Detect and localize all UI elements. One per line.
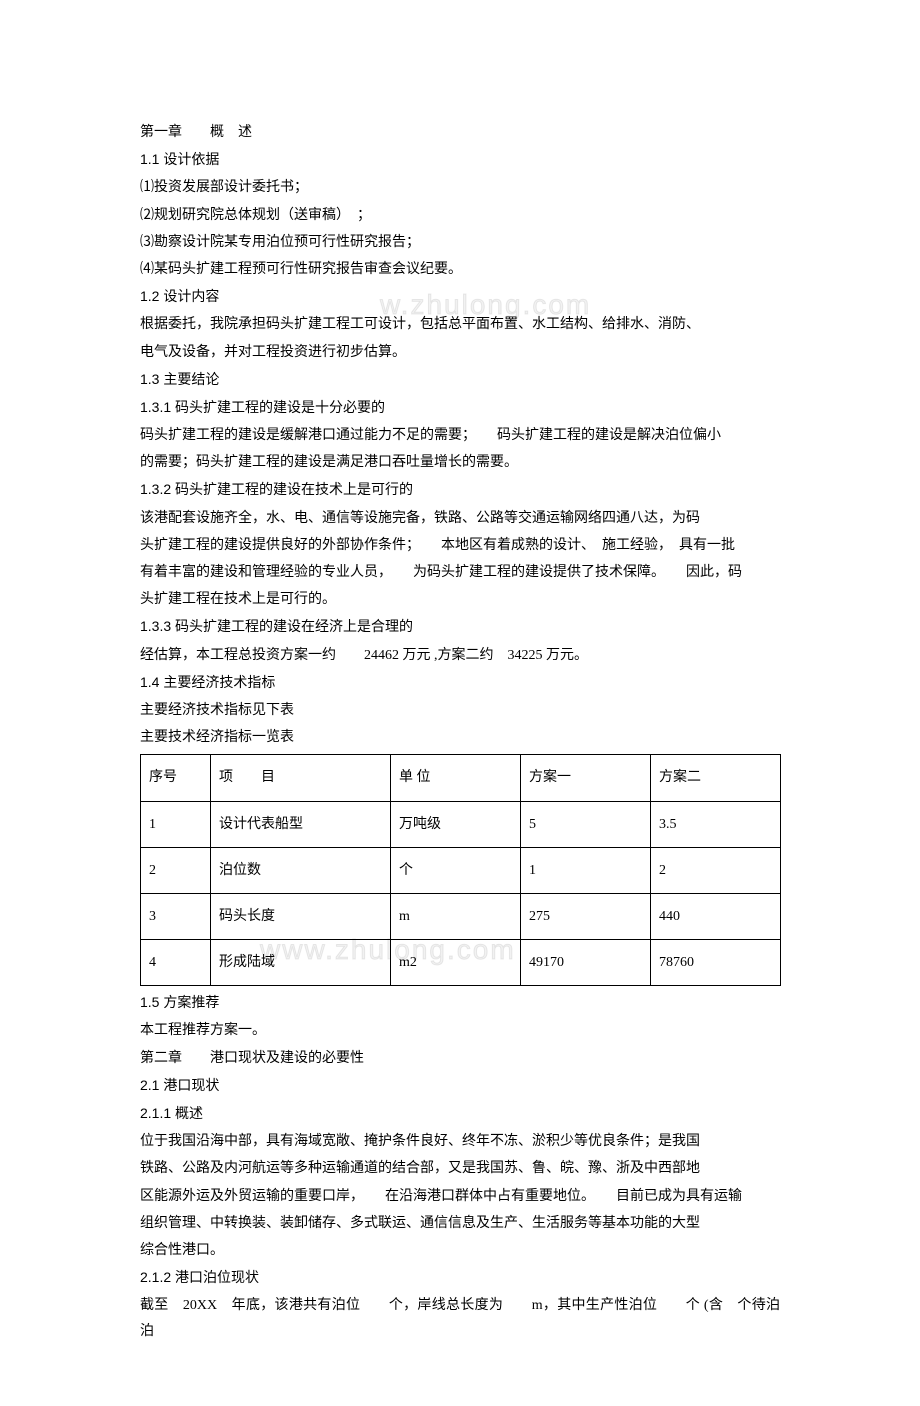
heading-1-1: 1.1 设计依据: [140, 147, 780, 173]
line-1-3-1-b: 的需要；码头扩建工程的建设是满足港口吞吐量增长的需要。: [140, 450, 780, 475]
indicators-table: 序号 项 目 单 位 方案一 方案二 1 设计代表船型 万吨级 5 3.5 2 …: [140, 754, 781, 986]
line-1-3-2-c: 有着丰富的建设和管理经验的专业人员， 为码头扩建工程的建设提供了技术保障。 因此…: [140, 560, 780, 585]
cell: 49170: [521, 940, 651, 986]
th-seq: 序号: [141, 755, 211, 801]
table-header-row: 序号 项 目 单 位 方案一 方案二: [141, 755, 781, 801]
line-1-2-a: 根据委托，我院承担码头扩建工程工可设计，包括总平面布置、水工结构、给排水、消防、: [140, 312, 780, 337]
cell: 440: [651, 893, 781, 939]
cell: 设计代表船型: [211, 801, 391, 847]
cell: 3.5: [651, 801, 781, 847]
cell: 2: [141, 847, 211, 893]
th-plan2: 方案二: [651, 755, 781, 801]
line-2-1-2: 截至 20XX 年底，该港共有泊位 个，岸线总长度为 m，其中生产性泊位 个 (…: [140, 1293, 780, 1343]
heading-2-1-2: 2.1.2 港口泊位现状: [140, 1265, 780, 1291]
line-1-3-2-a: 该港配套设施齐全，水、电、通信等设施完备，铁路、公路等交通运输网络四通八达，为码: [140, 506, 780, 531]
line-1-3-3: 经估算，本工程总投资方案一约 24462 万元 ,方案二约 34225 万元。: [140, 643, 780, 668]
heading-2-1: 2.1 港口现状: [140, 1073, 780, 1099]
table-row: 3 码头长度 m 275 440: [141, 893, 781, 939]
line-1-3-1-a: 码头扩建工程的建设是缓解港口通过能力不足的需要； 码头扩建工程的建设是解决泊位偏…: [140, 423, 780, 448]
th-plan1: 方案一: [521, 755, 651, 801]
heading-1-4: 1.4 主要经济技术指标: [140, 670, 780, 696]
line-1-5: 本工程推荐方案一。: [140, 1018, 780, 1043]
cell: 275: [521, 893, 651, 939]
cell: 78760: [651, 940, 781, 986]
cell: 4: [141, 940, 211, 986]
item-1-1-3: ⑶勘察设计院某专用泊位预可行性研究报告；: [140, 230, 780, 255]
chapter1-title: 第一章 概 述: [140, 120, 780, 145]
line-1-3-2-b: 头扩建工程的建设提供良好的外部协作条件； 本地区有着成熟的设计、 施工经验， 具…: [140, 533, 780, 558]
cell: 泊位数: [211, 847, 391, 893]
heading-1-5: 1.5 方案推荐: [140, 990, 780, 1016]
cell: 万吨级: [391, 801, 521, 847]
heading-1-3-3: 1.3.3 码头扩建工程的建设在经济上是合理的: [140, 614, 780, 640]
line-1-2-b: 电气及设备，并对工程投资进行初步估算。: [140, 340, 780, 365]
line-1-4-a: 主要经济技术指标见下表: [140, 698, 780, 723]
line-2-1-1-a: 位于我国沿海中部，具有海域宽敞、掩护条件良好、终年不冻、淤积少等优良条件；是我国: [140, 1129, 780, 1154]
cell: 5: [521, 801, 651, 847]
cell: 3: [141, 893, 211, 939]
line-2-1-1-c: 区能源外运及外贸运输的重要口岸， 在沿海港口群体中占有重要地位。 目前已成为具有…: [140, 1184, 780, 1209]
cell: 个: [391, 847, 521, 893]
line-1-4-b: 主要技术经济指标一览表: [140, 725, 780, 750]
cell: m: [391, 893, 521, 939]
th-item: 项 目: [211, 755, 391, 801]
th-unit: 单 位: [391, 755, 521, 801]
line-1-3-2-d: 头扩建工程在技术上是可行的。: [140, 587, 780, 612]
heading-1-3-1: 1.3.1 码头扩建工程的建设是十分必要的: [140, 395, 780, 421]
heading-1-3-2: 1.3.2 码头扩建工程的建设在技术上是可行的: [140, 477, 780, 503]
line-2-1-1-b: 铁路、公路及内河航运等多种运输通道的结合部，又是我国苏、鲁、皖、豫、浙及中西部地: [140, 1156, 780, 1181]
line-2-1-1-e: 综合性港口。: [140, 1238, 780, 1263]
cell: 1: [141, 801, 211, 847]
cell: 2: [651, 847, 781, 893]
chapter2-title: 第二章 港口现状及建设的必要性: [140, 1046, 780, 1071]
cell: m2: [391, 940, 521, 986]
heading-1-2: 1.2 设计内容: [140, 284, 780, 310]
table-row: 1 设计代表船型 万吨级 5 3.5: [141, 801, 781, 847]
heading-1-3: 1.3 主要结论: [140, 367, 780, 393]
cell: 1: [521, 847, 651, 893]
line-2-1-1-d: 组织管理、中转换装、装卸储存、多式联运、通信信息及生产、生活服务等基本功能的大型: [140, 1211, 780, 1236]
cell: 形成陆域: [211, 940, 391, 986]
table-row: 4 形成陆域 m2 49170 78760: [141, 940, 781, 986]
heading-2-1-1: 2.1.1 概述: [140, 1101, 780, 1127]
cell: 码头长度: [211, 893, 391, 939]
item-1-1-2: ⑵规划研究院总体规划（送审稿） ；: [140, 203, 780, 228]
item-1-1-4: ⑷某码头扩建工程预可行性研究报告审查会议纪要。: [140, 257, 780, 282]
item-1-1-1: ⑴投资发展部设计委托书；: [140, 175, 780, 200]
table-row: 2 泊位数 个 1 2: [141, 847, 781, 893]
